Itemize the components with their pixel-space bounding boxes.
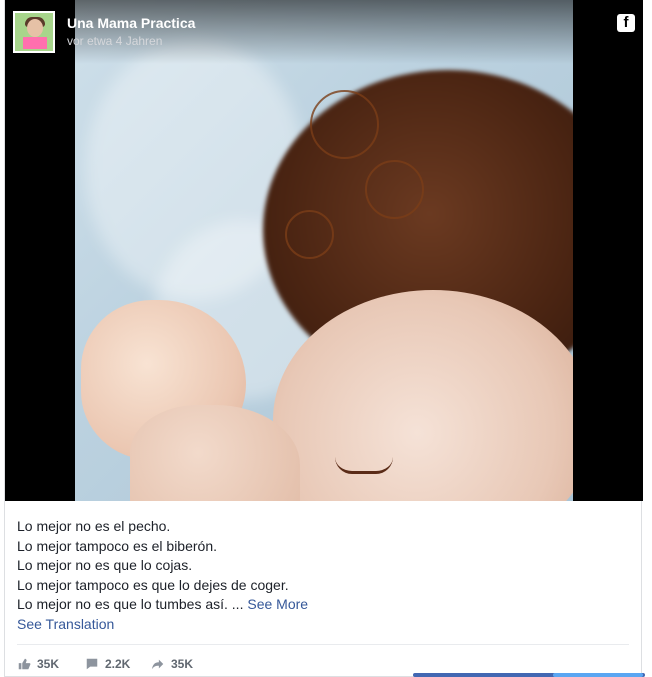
page-avatar[interactable]	[13, 11, 55, 53]
text-line: Lo mejor no es el pecho.	[17, 518, 171, 534]
post-timestamp[interactable]: vor etwa 4 Jahren	[67, 34, 162, 48]
see-more-link[interactable]: See More	[247, 596, 308, 612]
avatar-sign	[23, 37, 47, 49]
likes-stat[interactable]: 35K	[17, 657, 59, 671]
facebook-icon[interactable]: f	[617, 14, 635, 32]
facebook-post-card: Una Mama Practica vor etwa 4 Jahren f Lo…	[4, 0, 645, 677]
page-name[interactable]: Una Mama Practica	[67, 15, 195, 31]
shares-count: 35K	[171, 657, 194, 671]
text-line: Lo mejor tampoco es el biberón.	[17, 537, 217, 554]
avatar-head	[27, 19, 43, 37]
comments-stat[interactable]: 2.2K	[85, 657, 130, 671]
post-media[interactable]: Una Mama Practica vor etwa 4 Jahren f	[5, 0, 643, 501]
post-text: Lo mejor no es el pecho. Lo mejor tampoc…	[17, 517, 617, 634]
closed-eye	[335, 457, 393, 474]
hair-curl	[365, 160, 424, 219]
text-line: Lo mejor tampoco es que lo dejes de coge…	[17, 576, 289, 593]
text-line: Lo mejor no es que lo cojas.	[17, 557, 193, 573]
divider	[17, 644, 629, 645]
hair-curl	[285, 210, 334, 259]
sleeping-child-photo[interactable]	[75, 0, 573, 501]
text-line: Lo mejor no es que lo tumbes así. ...	[17, 596, 244, 612]
text-line-with-see-more: Lo mejor no es que lo tumbes así. ... Se…	[17, 595, 617, 615]
likes-count: 35K	[37, 657, 60, 671]
hair-curl	[310, 90, 379, 159]
shares-stat[interactable]: 35K	[151, 657, 193, 671]
like-icon	[18, 658, 31, 670]
comments-count: 2.2K	[105, 657, 131, 671]
comment-icon	[86, 658, 98, 670]
see-translation-link[interactable]: See Translation	[17, 615, 617, 635]
action-button-edge[interactable]	[553, 673, 643, 677]
header-gradient	[5, 0, 643, 64]
share-icon	[151, 659, 164, 670]
